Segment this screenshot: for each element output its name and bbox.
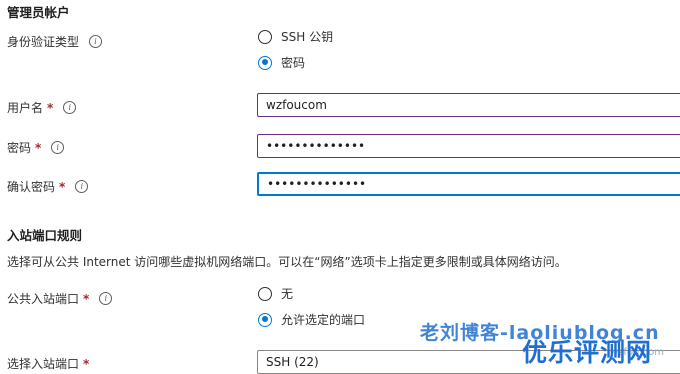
radio-ssh[interactable] <box>258 29 272 44</box>
info-icon[interactable]: i <box>89 35 103 48</box>
public-ports-label: 公共入站端口 * i <box>7 290 113 307</box>
public-port-option-none-label: 无 <box>281 287 294 301</box>
required-mark: * <box>59 179 66 194</box>
public-ports-label-text: 公共入站端口 <box>7 292 80 306</box>
password-label-text: 密码 <box>7 141 32 155</box>
public-port-option-allow-label: 允许选定的端口 <box>281 313 366 327</box>
username-label-text: 用户名 <box>7 101 44 115</box>
confirm-password-label-text: 确认密码 <box>7 180 56 194</box>
radio-none[interactable] <box>258 286 272 301</box>
public-port-option-none[interactable]: 无 <box>258 285 293 302</box>
watermark-youle: 优乐评测网 <box>522 338 653 367</box>
select-ports-label: 选择入站端口 * <box>7 355 89 372</box>
auth-option-ssh-label: SSH 公钥 <box>281 30 334 44</box>
required-mark: * <box>35 140 42 155</box>
info-icon[interactable]: i <box>51 141 65 154</box>
info-icon[interactable]: i <box>75 180 89 193</box>
info-icon[interactable]: i <box>99 292 113 305</box>
public-port-option-allow[interactable]: 允许选定的端口 <box>258 311 365 328</box>
auth-option-password[interactable]: 密码 <box>258 54 305 71</box>
admin-section-title: 管理员帐户 <box>7 5 70 20</box>
username-value: wzfoucom <box>266 98 327 112</box>
radio-password[interactable] <box>258 55 272 70</box>
password-label: 密码 * i <box>7 139 65 156</box>
required-mark: * <box>47 100 54 115</box>
password-value: •••••••••••••• <box>266 139 366 153</box>
inbound-description: 选择可从公共 Internet 访问哪些虚拟机网络端口。可以在“网络”选项卡上指… <box>7 255 567 269</box>
confirm-password-label: 确认密码 * i <box>7 178 89 195</box>
required-mark: * <box>83 291 90 306</box>
auth-option-password-label: 密码 <box>281 56 306 70</box>
auth-type-label-text: 身份验证类型 <box>7 35 80 49</box>
select-ports-label-text: 选择入站端口 <box>7 357 80 371</box>
required-mark: * <box>83 356 90 371</box>
confirm-password-value: •••••••••••••• <box>267 177 367 191</box>
radio-allow-selected[interactable] <box>258 312 272 327</box>
info-icon[interactable]: i <box>63 101 77 114</box>
username-label: 用户名 * i <box>7 99 77 116</box>
auth-type-label: 身份验证类型 i <box>7 33 103 50</box>
inbound-section-title: 入站端口规则 <box>7 228 83 243</box>
select-ports-value: SSH (22) <box>266 355 319 369</box>
auth-option-ssh[interactable]: SSH 公钥 <box>258 28 333 45</box>
confirm-password-input[interactable]: •••••••••••••• <box>257 172 680 196</box>
password-input[interactable]: •••••••••••••• <box>257 134 680 158</box>
username-input[interactable]: wzfoucom <box>257 93 680 117</box>
